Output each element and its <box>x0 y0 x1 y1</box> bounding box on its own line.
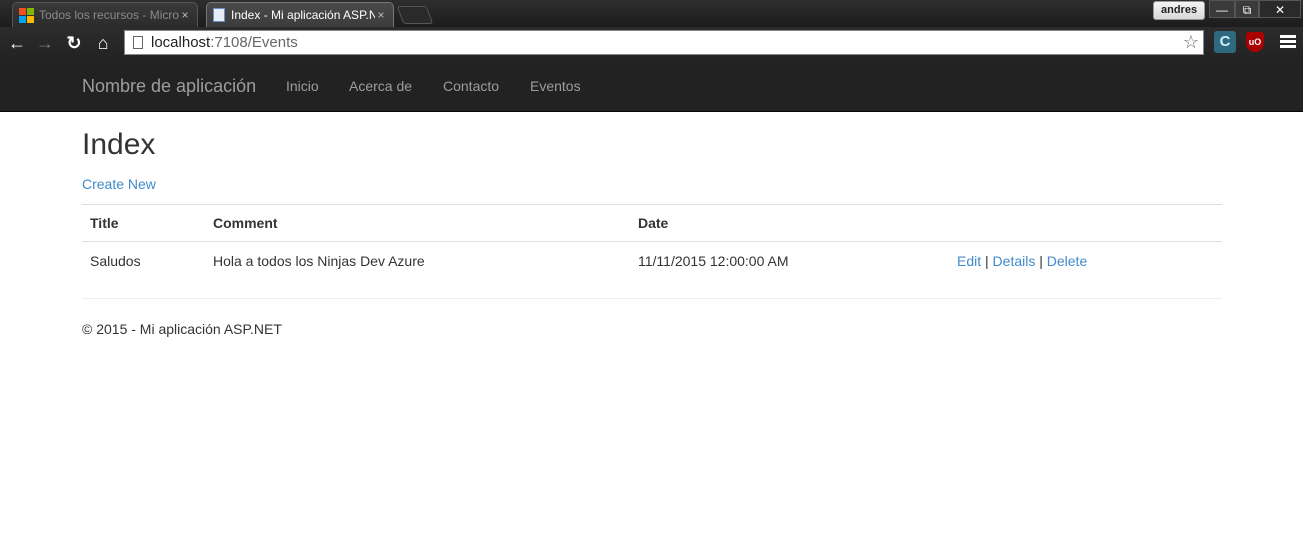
forward-arrow-icon[interactable]: → <box>34 32 56 54</box>
navbar-brand[interactable]: Nombre de aplicación <box>82 76 256 97</box>
details-link[interactable]: Details <box>993 253 1036 269</box>
browser-tab-strip: Todos los recursos - Microsoft Azure × I… <box>0 0 1303 27</box>
page-title: Index <box>82 128 156 161</box>
footer-divider <box>82 298 1222 299</box>
bookmark-star-icon[interactable]: ☆ <box>1183 32 1199 53</box>
cell-title: Saludos <box>90 252 141 269</box>
new-tab-button[interactable] <box>396 6 434 24</box>
nav-link-acerca[interactable]: Acerca de <box>349 78 412 94</box>
page-icon <box>213 8 225 22</box>
column-header-title: Title <box>82 204 205 242</box>
url-host: localhost <box>151 34 211 51</box>
events-table: Title Comment Date Saludos Hola a todos … <box>82 204 1222 279</box>
nav-link-eventos[interactable]: Eventos <box>530 78 581 94</box>
separator: | <box>985 252 989 269</box>
back-arrow-icon[interactable]: ← <box>6 32 28 54</box>
delete-link[interactable]: Delete <box>1047 253 1087 269</box>
cell-actions: Edit | Details | Delete <box>949 242 1222 280</box>
cell-comment: Hola a todos los Ninjas Dev Azure <box>213 252 425 269</box>
address-bar[interactable]: localhost:7108/Events ☆ <box>124 30 1204 55</box>
column-header-comment: Comment <box>205 204 630 242</box>
tab-title: Index - Mi aplicación ASP.NET <box>231 8 375 22</box>
url-text[interactable]: localhost:7108/Events <box>151 34 298 51</box>
table-row: Saludos Hola a todos los Ninjas Dev Azur… <box>82 242 1222 280</box>
nav-link-inicio[interactable]: Inicio <box>286 78 319 94</box>
tab-close-icon[interactable]: × <box>375 8 387 22</box>
page-icon <box>133 36 143 49</box>
copy-extension-icon[interactable]: C <box>1214 31 1236 53</box>
url-path: :7108/Events <box>210 34 298 51</box>
site-navbar: Nombre de aplicación Inicio Acerca de Co… <box>0 61 1303 112</box>
column-header-date: Date <box>630 204 949 242</box>
column-header-actions <box>949 204 1222 242</box>
create-new-link[interactable]: Create New <box>82 176 156 192</box>
tab-index[interactable]: Index - Mi aplicación ASP.NET × <box>206 2 394 27</box>
table-header-row: Title Comment Date <box>82 204 1222 242</box>
edit-link[interactable]: Edit <box>957 253 981 269</box>
close-window-button[interactable]: ✕ <box>1259 0 1301 18</box>
minimize-button[interactable]: — <box>1209 0 1235 18</box>
reload-icon[interactable]: ↻ <box>63 32 85 54</box>
nav-link-contacto[interactable]: Contacto <box>443 78 499 94</box>
tab-close-icon[interactable]: × <box>179 8 191 22</box>
cell-date: 11/11/2015 12:00:00 AM <box>638 252 789 269</box>
maximize-button[interactable]: ⧉ <box>1235 0 1259 18</box>
separator: | <box>1039 252 1043 269</box>
user-profile-button[interactable]: andres <box>1153 1 1206 20</box>
hamburger-menu-icon[interactable] <box>1280 33 1296 51</box>
footer-copyright: © 2015 - Mi aplicación ASP.NET <box>82 321 282 337</box>
browser-toolbar: ← → ↻ ⌂ localhost:7108/Events ☆ C uO <box>0 27 1303 61</box>
ublock-icon[interactable]: uO <box>1246 32 1264 52</box>
tab-azure-resources[interactable]: Todos los recursos - Microsoft Azure × <box>12 2 198 27</box>
home-icon[interactable]: ⌂ <box>92 32 114 54</box>
microsoft-logo-icon <box>19 8 34 23</box>
tab-title: Todos los recursos - Microsoft Azure <box>39 8 179 22</box>
